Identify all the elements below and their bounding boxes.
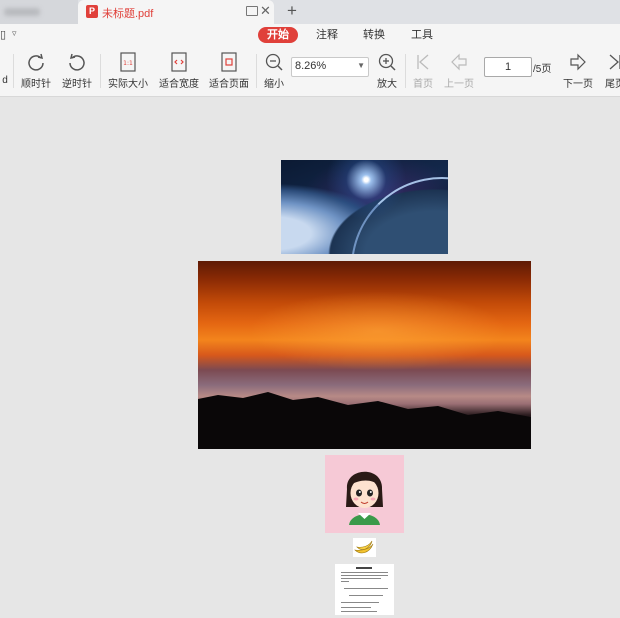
arrow-left-icon — [451, 53, 467, 71]
fit-page-icon — [221, 52, 237, 72]
tab-bar: P 未标题.pdf ✕ + — [0, 0, 620, 24]
rotate-clockwise-label: 顺时针 — [21, 79, 51, 90]
zoom-in-icon — [378, 53, 396, 71]
text-line — [341, 607, 371, 608]
rotate-counterclockwise-icon — [69, 53, 85, 71]
toolbar: d 顺时针 逆时针 1:1 实际大小 适合宽度 适合页面 缩小 8.26% ▼ … — [0, 46, 620, 97]
file-menu-icon[interactable]: ▯ — [0, 28, 6, 41]
text-page-heading — [356, 567, 372, 569]
actual-size-button[interactable]: 1:1 实际大小 — [106, 52, 150, 90]
svg-text:1:1: 1:1 — [123, 60, 133, 67]
page-thumbnail-text[interactable] — [335, 564, 394, 615]
first-page-button[interactable]: 首页 — [410, 52, 436, 90]
tab-blurred[interactable] — [0, 0, 78, 24]
text-line — [344, 588, 388, 589]
mountain-silhouette — [198, 392, 531, 449]
fit-width-label: 适合宽度 — [159, 79, 199, 90]
cloud-glow — [248, 291, 508, 371]
zoom-in-button[interactable]: 放大 — [375, 52, 399, 90]
ribbon-menu: ▯ ▿ 开始 注释 转换 工具 — [0, 24, 620, 46]
text-line — [341, 578, 381, 579]
next-page-label: 下一页 — [563, 79, 593, 90]
tab-document[interactable]: P 未标题.pdf ✕ — [78, 0, 274, 24]
divider — [100, 54, 101, 88]
document-canvas[interactable] — [0, 97, 620, 618]
menu-tab-annotate[interactable]: 注释 — [312, 27, 342, 43]
page-thumbnail-sunset[interactable] — [198, 261, 531, 449]
text-line — [341, 602, 379, 603]
last-page-icon — [609, 54, 620, 70]
first-page-icon — [417, 54, 429, 70]
divider — [256, 54, 257, 88]
text-line — [349, 595, 383, 596]
page-total: /5页 — [533, 64, 552, 75]
chevron-down-icon[interactable]: ▼ — [357, 61, 365, 70]
page-number-input[interactable]: 1 — [484, 57, 532, 77]
rotate-clockwise-icon — [28, 53, 44, 71]
add-tab-button[interactable]: + — [287, 1, 297, 21]
pin-icon[interactable] — [246, 6, 258, 16]
text-line — [341, 572, 388, 573]
zoom-out-button[interactable]: 缩小 — [262, 52, 286, 90]
planet-rim — [351, 177, 448, 254]
last-page-label: 尾页 — [605, 79, 620, 90]
page-thumbnail-space[interactable] — [281, 160, 448, 254]
actual-size-label: 实际大小 — [108, 79, 148, 90]
cut-tool-icon — [0, 52, 10, 72]
menu-tab-home[interactable]: 开始 — [258, 27, 298, 43]
blurred-tab-label — [4, 8, 40, 16]
first-page-label: 首页 — [413, 79, 433, 90]
previous-page-button[interactable]: 上一页 — [442, 52, 476, 90]
fit-width-button[interactable]: 适合宽度 — [157, 52, 201, 90]
fit-page-button[interactable]: 适合页面 — [207, 52, 251, 90]
previous-page-label: 上一页 — [444, 79, 474, 90]
divider — [13, 54, 14, 88]
next-page-button[interactable]: 下一页 — [561, 52, 595, 90]
rotate-clockwise-button[interactable]: 顺时针 — [18, 52, 54, 90]
fit-width-icon — [171, 52, 187, 72]
pdf-icon: P — [86, 5, 98, 18]
text-line — [341, 575, 388, 576]
text-line — [341, 581, 349, 582]
divider — [405, 54, 406, 88]
menu-tab-tools[interactable]: 工具 — [407, 27, 437, 43]
rotate-counterclockwise-label: 逆时针 — [62, 79, 92, 90]
zoom-value: 8.26% — [295, 60, 327, 72]
rotate-counterclockwise-button[interactable]: 逆时针 — [59, 52, 95, 90]
zoom-in-label: 放大 — [377, 79, 397, 90]
zoom-select[interactable]: 8.26% ▼ — [291, 57, 369, 77]
cartoon-girl-image — [346, 471, 383, 525]
close-icon[interactable]: ✕ — [260, 3, 271, 19]
page-thumbnail-banana[interactable] — [353, 538, 376, 557]
chevron-down-icon[interactable]: ▿ — [12, 28, 17, 39]
last-page-button[interactable]: 尾页 — [603, 52, 620, 90]
banana-image — [354, 540, 374, 554]
fit-page-label: 适合页面 — [209, 79, 249, 90]
menu-tab-convert[interactable]: 转换 — [359, 27, 389, 43]
actual-size-icon: 1:1 — [120, 52, 136, 72]
cut-tool-label: d — [2, 75, 8, 86]
text-line — [341, 611, 377, 612]
tab-title: 未标题.pdf — [102, 8, 154, 20]
cut-tool-button[interactable]: d — [0, 52, 10, 86]
arrow-right-icon — [570, 53, 586, 71]
zoom-out-label: 缩小 — [264, 79, 284, 90]
page-thumbnail-avatar[interactable] — [325, 455, 404, 533]
zoom-out-icon — [265, 53, 283, 71]
